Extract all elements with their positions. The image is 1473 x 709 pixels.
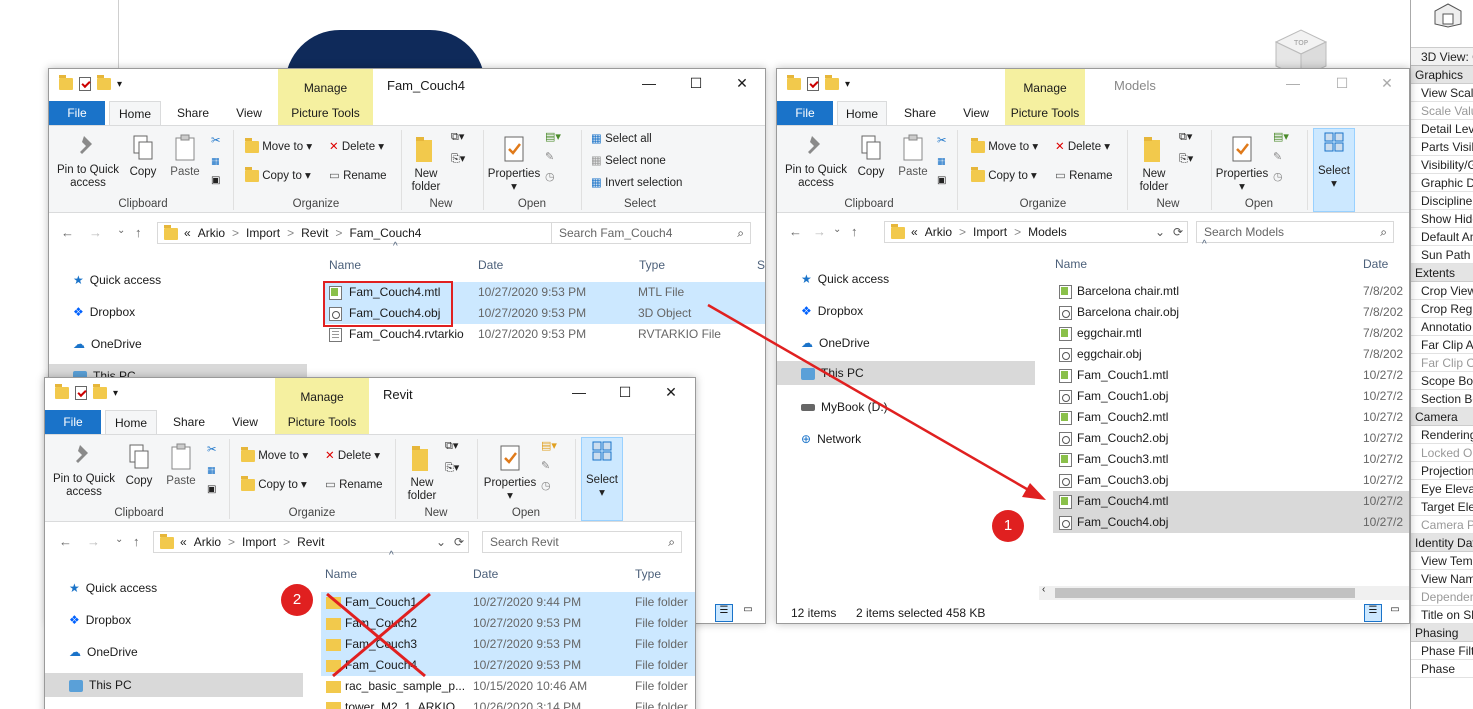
desktop: TOP 3D View: C GraphicsView ScaleScale V…: [0, 0, 1473, 709]
step-2-badge: 2: [281, 584, 313, 616]
step-1-badge: 1: [992, 510, 1024, 542]
arrow-annotation: [707, 303, 1046, 500]
